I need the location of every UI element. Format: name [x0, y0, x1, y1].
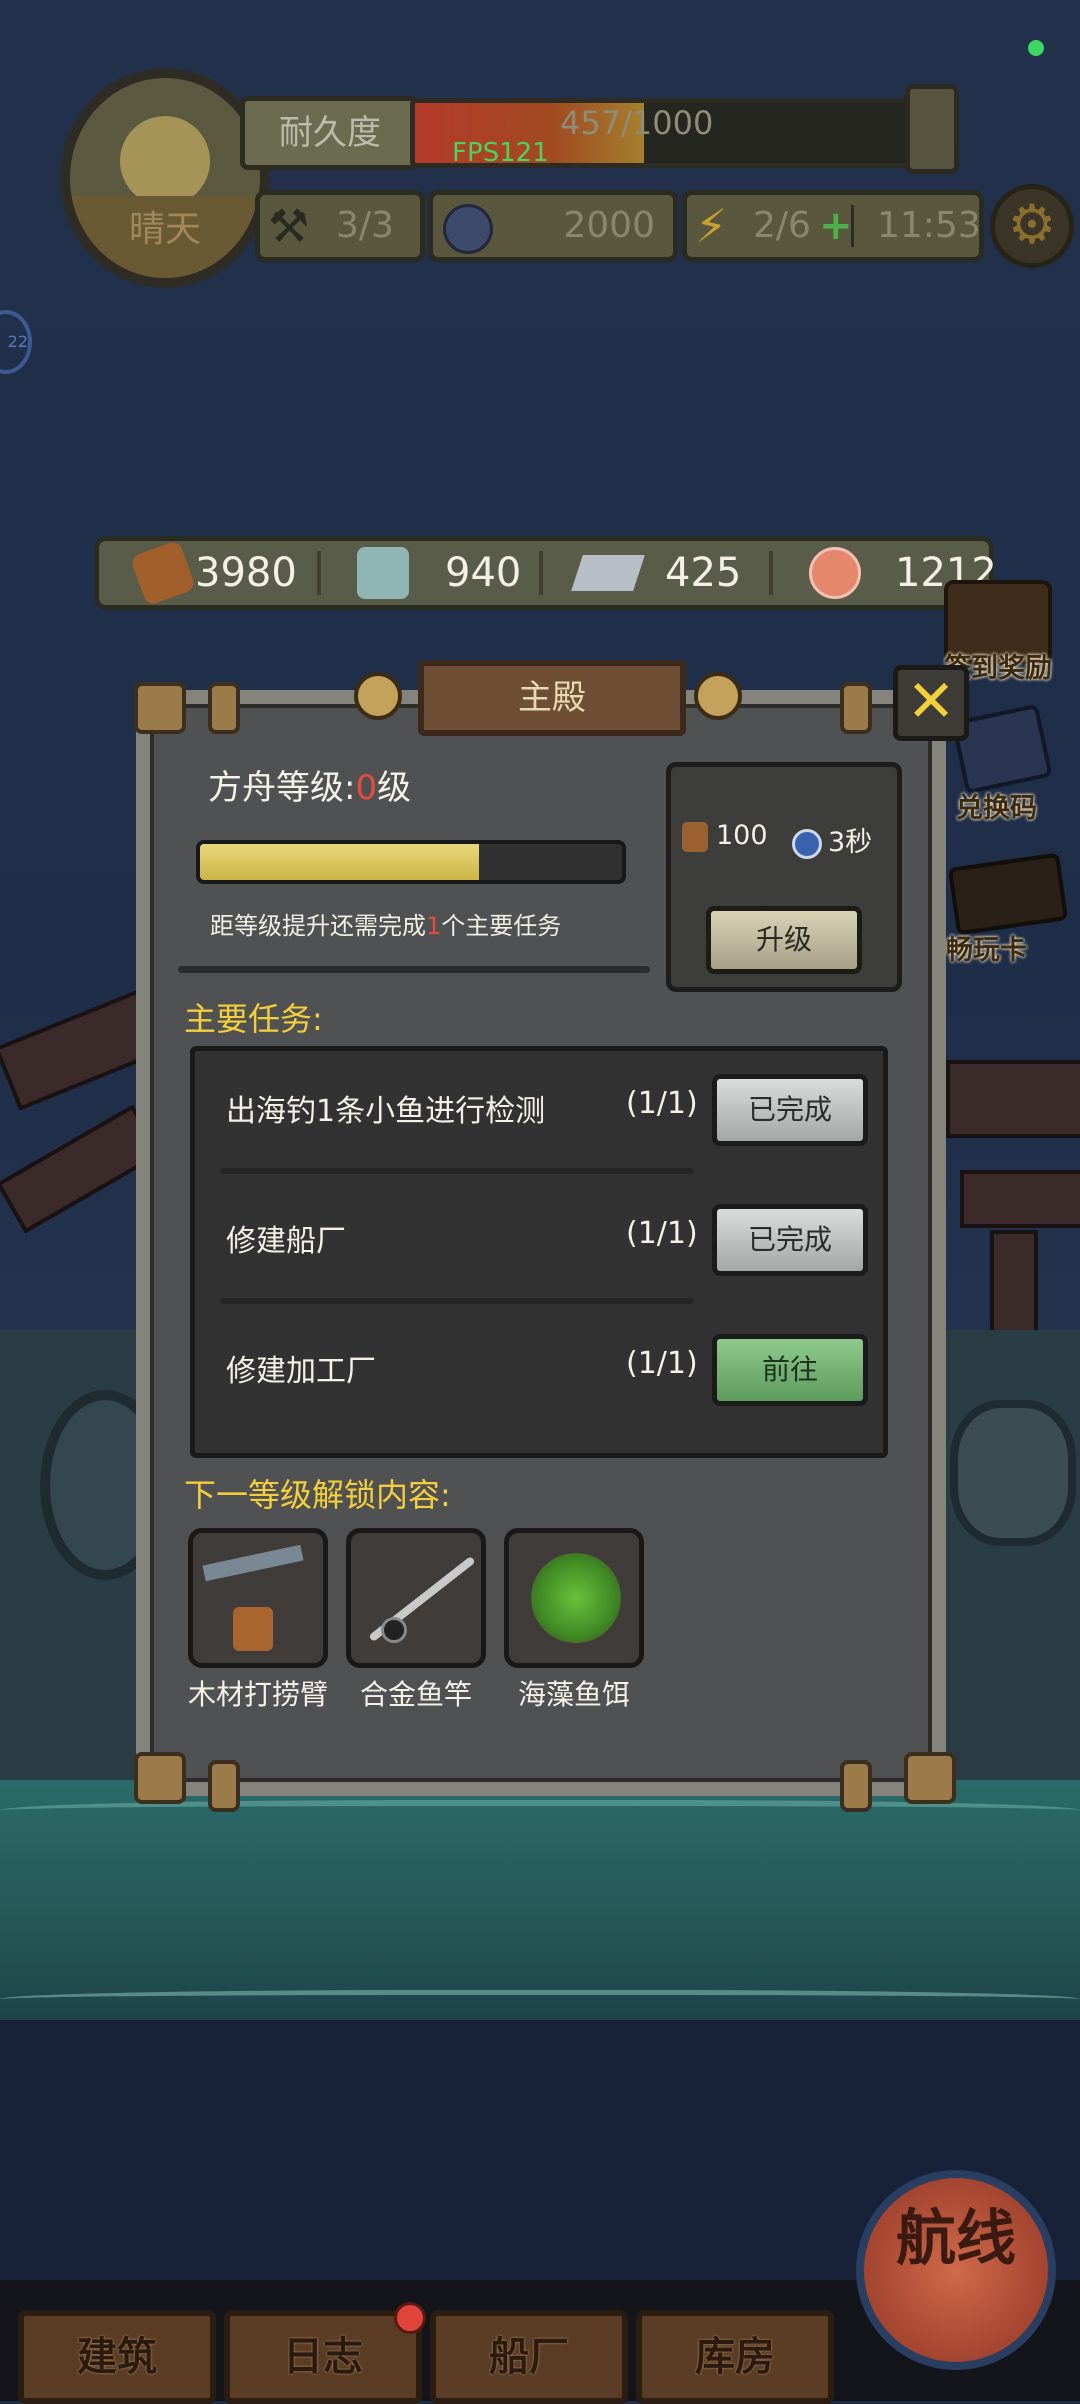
- nav-log-button[interactable]: 日志: [224, 2310, 422, 2404]
- unlock-item-card[interactable]: [346, 1528, 486, 1668]
- gear-icon[interactable]: ⚙: [990, 184, 1074, 268]
- panel-bolt: [134, 682, 186, 734]
- ark-level-prefix: 方舟等级:: [208, 768, 356, 808]
- weather-dial[interactable]: [60, 68, 270, 288]
- task-divider: [220, 1298, 694, 1304]
- cost-time-value: 3秒: [828, 827, 873, 858]
- level-hint: 距等级提升还需完成1个主要任务: [210, 906, 561, 941]
- gear-counter[interactable]: 2000: [428, 190, 678, 262]
- durability-value: 457/1000: [560, 104, 714, 142]
- nav-building-button[interactable]: 建筑: [18, 2310, 216, 2404]
- iron-ingot-icon: [571, 555, 645, 591]
- task-progress: (1/1): [626, 1216, 698, 1251]
- ark-level-value: 0: [355, 768, 378, 808]
- panel-bolt: [134, 1752, 186, 1804]
- divider: [178, 966, 650, 973]
- nav-storage-button[interactable]: 库房: [636, 2310, 834, 2404]
- sail-route-button[interactable]: 航线: [856, 2170, 1056, 2370]
- main-tasks-heading: 主要任务:: [184, 1000, 323, 1038]
- side-menu-redeem-label[interactable]: 兑换码: [956, 786, 1037, 825]
- level-progress-fill: [200, 844, 479, 880]
- gear-coin-icon: [443, 204, 493, 254]
- cost-wood: 100: [682, 820, 768, 852]
- unlock-item-label: 木材打捞臂: [187, 1678, 328, 1711]
- resource-bar: 3980 940 425 1212: [94, 536, 997, 610]
- task-completed-button[interactable]: 已完成: [712, 1204, 868, 1276]
- hammer-counter[interactable]: ⚒ 3/3: [255, 190, 425, 262]
- unlock-heading: 下一等级解锁内容:: [184, 1476, 451, 1514]
- panel-bolt: [208, 682, 240, 734]
- unlock-item-label: 海藻鱼饵: [517, 1678, 630, 1711]
- energy-plus-button[interactable]: +: [819, 195, 853, 257]
- unlock-item-label: 合金鱼竿: [359, 1678, 472, 1711]
- notification-badge: [394, 2302, 426, 2334]
- side-menu-pass-label[interactable]: 畅玩卡: [946, 928, 1027, 967]
- dialog-title: 主殿: [418, 660, 686, 736]
- level-hint-prefix: 距等级提升还需完成: [210, 912, 426, 940]
- ship-beam: [946, 1060, 1080, 1138]
- task-name: 修建加工厂: [226, 1354, 376, 1389]
- unlock-item-card[interactable]: [188, 1528, 328, 1668]
- panel-bolt: [840, 1760, 872, 1812]
- wood-log-icon: [233, 1607, 273, 1651]
- energy-counter[interactable]: ⚡ 2/6 + 11:53: [682, 190, 984, 262]
- cost-wood-value: 100: [716, 820, 768, 851]
- task-divider: [220, 1168, 694, 1174]
- wood-log-icon: [682, 821, 708, 852]
- gear-count: 2000: [563, 205, 655, 246]
- close-icon[interactable]: ✕: [893, 665, 969, 741]
- fish-meat-icon: [809, 547, 861, 599]
- upgrade-button[interactable]: 升级: [706, 906, 862, 974]
- durability-cap: [905, 84, 959, 174]
- resource-divider: [769, 551, 773, 595]
- energy-timer: 11:53: [877, 205, 981, 246]
- resource-divider: [317, 551, 321, 595]
- resource-iron: 425: [665, 550, 742, 596]
- title-ring-right: [694, 672, 742, 720]
- ship-machine-deco: [950, 1400, 1076, 1546]
- task-progress: (1/1): [626, 1086, 698, 1121]
- resource-divider: [539, 551, 543, 595]
- title-ring-left: [354, 672, 402, 720]
- ark-level-label: 方舟等级:0级: [208, 760, 411, 809]
- task-completed-button[interactable]: 已完成: [712, 1074, 868, 1146]
- durability-label: 耐久度: [240, 96, 420, 170]
- unlock-item-card[interactable]: [504, 1528, 644, 1668]
- sun-icon: [120, 116, 210, 206]
- fps-counter: FPS121: [452, 138, 549, 168]
- seaweed-bait-icon: [531, 1553, 621, 1643]
- task-progress: (1/1): [626, 1346, 698, 1381]
- reel-icon: [381, 1617, 407, 1643]
- level-hint-suffix: 个主要任务: [441, 912, 562, 940]
- panel-bolt: [904, 1752, 956, 1804]
- cost-time: 3秒: [792, 820, 872, 859]
- salvage-arm-icon: [202, 1544, 304, 1582]
- energy-divider: [851, 205, 854, 247]
- weather-label: 晴天: [128, 209, 201, 250]
- resource-lumber: 940: [445, 550, 522, 596]
- level-progress-bar: [196, 840, 626, 884]
- hammer-count: 3/3: [336, 205, 394, 246]
- clock-icon: [792, 828, 822, 859]
- task-go-button[interactable]: 前往: [712, 1334, 868, 1406]
- status-dot: [1028, 40, 1044, 56]
- wave-line: [0, 1990, 1080, 2013]
- nav-shipyard-button[interactable]: 船厂: [430, 2310, 628, 2404]
- panel-bolt: [840, 682, 872, 734]
- task-name: 修建船厂: [226, 1224, 346, 1259]
- wood-log-icon: [129, 539, 197, 607]
- lumber-icon: [357, 547, 409, 599]
- ship-beam: [960, 1170, 1080, 1228]
- panel-bolt: [208, 1760, 240, 1812]
- resource-wood: 3980: [195, 550, 297, 596]
- ark-level-suffix: 级: [377, 768, 412, 808]
- energy-count: 2/6: [753, 205, 811, 246]
- task-name: 出海钓1条小鱼进行检测: [226, 1094, 546, 1129]
- level-hint-count: 1: [426, 912, 442, 940]
- lightning-icon: ⚡: [695, 199, 728, 253]
- hammer-icon: ⚒: [268, 199, 310, 253]
